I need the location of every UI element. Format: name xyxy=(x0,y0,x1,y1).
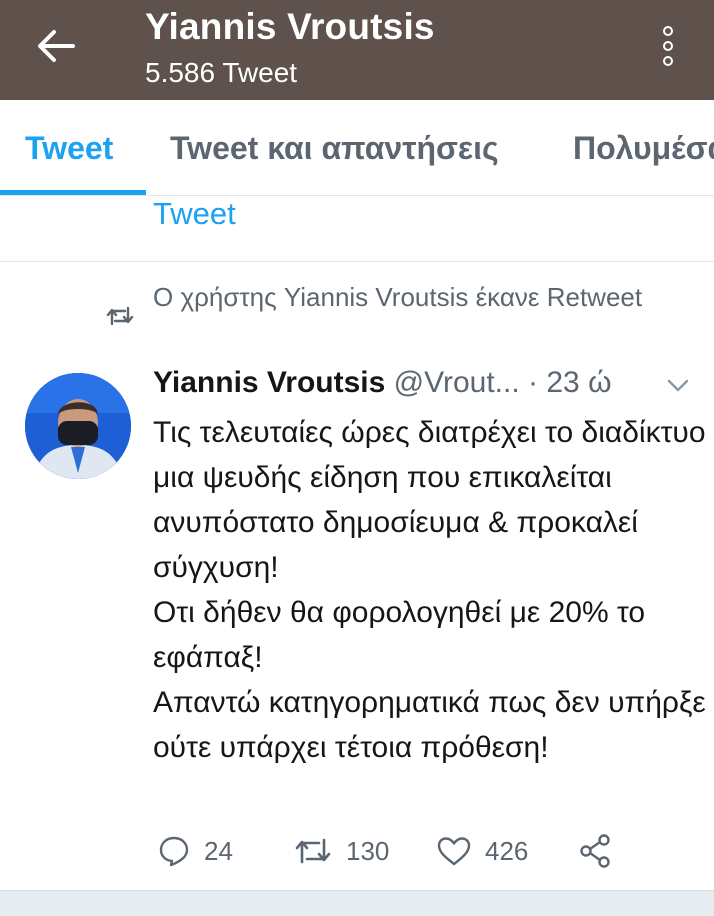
reply-count: 24 xyxy=(204,835,233,866)
more-vertical-icon xyxy=(663,26,673,36)
active-tab-indicator xyxy=(0,190,146,195)
more-options-button[interactable] xyxy=(650,22,686,70)
tab-tweets-and-replies[interactable]: Tweet και απαντήσεις xyxy=(170,130,499,167)
tweet-count: 5.586 Tweet xyxy=(145,57,298,88)
tab-tweets[interactable]: Tweet xyxy=(25,130,113,167)
back-button[interactable] xyxy=(28,22,84,70)
reply-button[interactable]: 24 xyxy=(158,826,233,876)
tweet-filter-link[interactable]: Tweet xyxy=(153,196,236,232)
retweet-notice: Ο χρήστης Yiannis Vroutsis έκανε Retweet xyxy=(153,282,643,312)
arrow-left-icon xyxy=(38,30,75,62)
share-icon xyxy=(580,834,610,868)
retweet-count: 130 xyxy=(346,835,390,866)
retweet-button[interactable]: 130 xyxy=(294,826,389,876)
author-name[interactable]: Yiannis Vroutsis xyxy=(153,366,385,399)
top-app-bar: Yiannis Vroutsis 5.586 Tweet xyxy=(0,0,714,100)
author-handle[interactable]: @Vrout... xyxy=(394,366,520,399)
next-item-separator xyxy=(0,890,714,916)
retweet-icon xyxy=(106,306,134,326)
avatar[interactable] xyxy=(25,373,131,479)
reply-icon xyxy=(159,836,189,867)
tweet-time: · 23 ώ xyxy=(528,366,612,399)
heart-icon xyxy=(437,837,471,866)
tweet-text: Τις τελευταίες ώρες διατρέχει το διαδίκτ… xyxy=(153,416,706,764)
retweet-icon xyxy=(295,838,331,864)
like-count: 426 xyxy=(485,835,529,866)
like-button[interactable]: 426 xyxy=(437,826,528,876)
share-button[interactable] xyxy=(579,826,611,876)
profile-tabs: Tweet Tweet και απαντήσεις Πολυμέσα xyxy=(0,100,714,196)
tab-media[interactable]: Πολυμέσα xyxy=(573,130,714,167)
tweet-header: Yiannis Vroutsis @Vrout... · 23 ώ xyxy=(153,366,612,406)
divider xyxy=(0,261,714,262)
tweet-actions: 24 130 426 xyxy=(0,826,714,876)
profile-photo xyxy=(25,373,131,479)
profile-title: Yiannis Vroutsis xyxy=(145,6,435,47)
chevron-down-icon[interactable] xyxy=(666,376,690,394)
